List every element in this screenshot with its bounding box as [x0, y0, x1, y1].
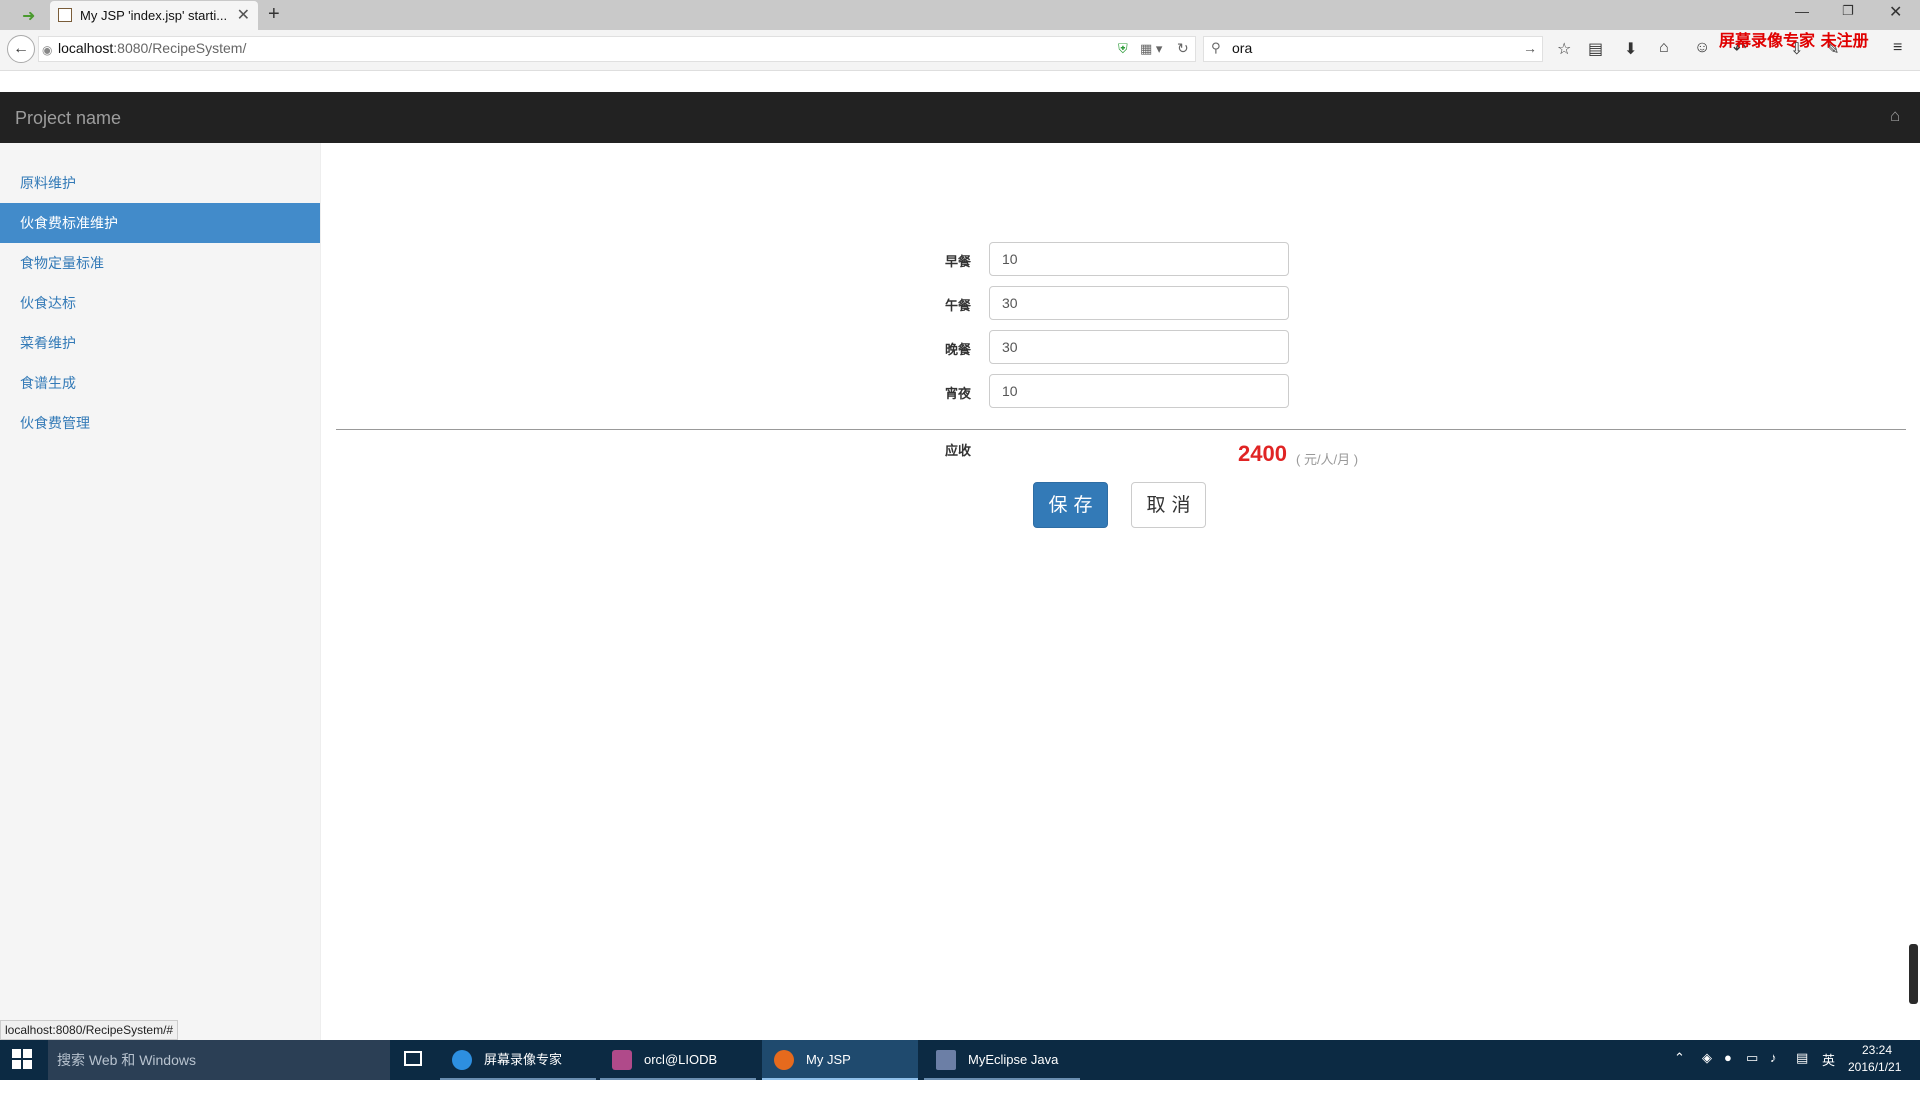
taskbar-search-box[interactable]: 搜索 Web 和 Windows — [48, 1040, 390, 1080]
reading-list-icon[interactable]: ▤ — [1588, 39, 1603, 59]
bookmark-star-icon[interactable]: ☆ — [1557, 39, 1571, 59]
shield-icon[interactable]: ⛨ — [1118, 41, 1128, 57]
cancel-button[interactable]: 取 消 — [1131, 482, 1206, 528]
recorder-app-icon — [452, 1050, 472, 1070]
site-info-icon[interactable]: ◉ — [42, 43, 52, 57]
taskbar-item-oracle[interactable]: orcl@LIODB — [600, 1040, 756, 1080]
close-tab-icon[interactable]: ✕ — [237, 5, 250, 25]
lunch-input[interactable] — [989, 286, 1289, 320]
close-window-icon[interactable]: ✕ — [1889, 2, 1902, 22]
back-button[interactable]: ← — [7, 35, 35, 63]
restore-window-icon[interactable]: ❐ — [1842, 3, 1854, 19]
sidebar: 原料维护 伙食费标准维护 食物定量标准 伙食达标 菜肴维护 食谱生成 伙食费管理 — [0, 143, 321, 1040]
sidebar-item-meal-fee-management[interactable]: 伙食费管理 — [0, 403, 320, 443]
task-view-icon[interactable] — [404, 1051, 422, 1066]
home-icon[interactable]: ⌂ — [1890, 106, 1900, 126]
reload-icon[interactable]: ↻ — [1177, 40, 1189, 57]
receivable-unit: ( 元/人/月 ) — [1296, 452, 1359, 467]
show-hidden-icons-icon[interactable]: ⌃ — [1674, 1050, 1685, 1066]
url-text[interactable]: localhost:8080/RecipeSystem/ — [58, 40, 246, 56]
search-input[interactable]: ora — [1232, 40, 1252, 56]
save-button[interactable]: 保 存 — [1033, 482, 1108, 528]
search-go-icon[interactable]: → — [1523, 40, 1537, 56]
tab-title: My JSP 'index.jsp' starti... — [80, 8, 228, 23]
notification-icon[interactable]: ▤ — [1796, 1050, 1808, 1066]
home-icon[interactable]: ⌂ — [1659, 39, 1669, 57]
ime-indicator[interactable]: 英 — [1822, 1050, 1835, 1069]
minimize-window-icon[interactable]: — — [1795, 3, 1809, 19]
new-tab-icon[interactable]: + — [268, 3, 280, 26]
supper-input[interactable] — [989, 374, 1289, 408]
network-icon[interactable]: ▭ — [1746, 1050, 1758, 1066]
page-favicon-icon — [58, 8, 72, 22]
sidebar-item-recipe-generation[interactable]: 食谱生成 — [0, 363, 320, 403]
tab-group-arrow-icon[interactable]: ➜ — [22, 6, 35, 26]
link-status-url: localhost:8080/RecipeSystem/# — [0, 1020, 179, 1040]
taskbar-item-firefox[interactable]: My JSP 'index.jsp'... — [762, 1040, 918, 1107]
database-app-icon — [612, 1050, 632, 1070]
download-icon[interactable]: ⬇ — [1624, 39, 1637, 59]
tray-recorder-icon[interactable]: ● — [1724, 1050, 1732, 1065]
url-path: :8080/RecipeSystem/ — [113, 40, 247, 56]
volume-icon[interactable]: ♪ — [1770, 1050, 1777, 1065]
sidebar-item-food-quota[interactable]: 食物定量标准 — [0, 243, 320, 283]
firefox-icon — [774, 1050, 794, 1070]
dinner-label: 晚餐 — [945, 342, 972, 357]
url-host: localhost — [58, 40, 114, 56]
lunch-label: 午餐 — [945, 298, 972, 313]
myeclipse-icon — [936, 1050, 956, 1070]
app-navbar — [0, 92, 1920, 143]
sidebar-item-meal-fee-standard[interactable]: 伙食费标准维护 — [0, 203, 320, 243]
browser-tab-strip — [0, 0, 1920, 30]
breakfast-label: 早餐 — [945, 254, 972, 269]
chat-icon[interactable]: ☺ — [1694, 39, 1710, 57]
browser-tab[interactable]: My JSP 'index.jsp' starti... ✕ — [50, 1, 258, 30]
sidebar-item-meal-compliance[interactable]: 伙食达标 — [0, 283, 320, 323]
windows-start-icon[interactable] — [12, 1049, 32, 1069]
sidebar-item-dishes[interactable]: 菜肴维护 — [0, 323, 320, 363]
brand-link[interactable]: Project name — [15, 108, 121, 129]
clock-date[interactable]: 2016/1/21 — [1848, 1060, 1901, 1074]
tray-app-icon[interactable]: ◈ — [1702, 1050, 1712, 1066]
form-divider — [336, 429, 1906, 430]
breakfast-input[interactable] — [989, 242, 1289, 276]
search-bar[interactable] — [1203, 36, 1543, 62]
receivable-amount: 2400 — [1238, 441, 1287, 466]
dinner-input[interactable] — [989, 330, 1289, 364]
sidebar-item-materials[interactable]: 原料维护 — [0, 163, 320, 203]
recorder-watermark: 屏幕录像专家 未注册 — [1719, 31, 1869, 50]
menu-icon[interactable]: ≡ — [1893, 39, 1902, 57]
receivable-label: 应收 — [945, 443, 972, 458]
qr-code-icon[interactable]: ▦ ▾ — [1140, 41, 1162, 57]
taskbar-item-myeclipse[interactable]: MyEclipse Java E... — [924, 1040, 1080, 1107]
page-scroll-handle[interactable] — [1909, 944, 1918, 1004]
search-icon: ⚲ — [1211, 40, 1221, 55]
clock-time[interactable]: 23:24 — [1862, 1043, 1892, 1057]
supper-label: 宵夜 — [945, 386, 972, 401]
taskbar-item-recorder[interactable]: 屏幕录像专家v8.0... — [440, 1040, 596, 1107]
taskbar-item-label: orcl@LIODB — [644, 1052, 718, 1067]
